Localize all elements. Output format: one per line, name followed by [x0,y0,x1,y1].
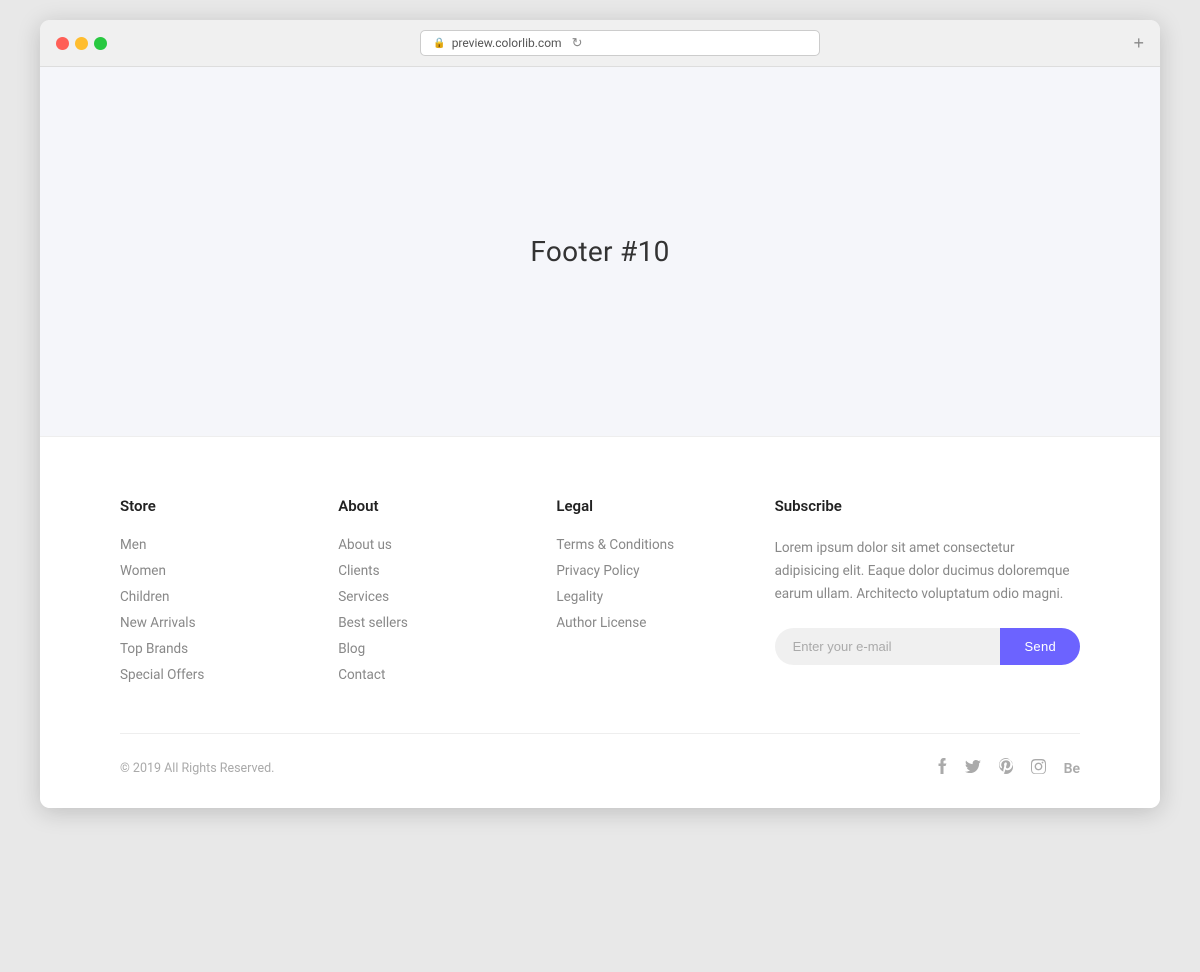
about-link-best-sellers[interactable]: Best sellers [338,615,556,631]
page-title: Footer #10 [530,235,669,268]
about-link-about-us[interactable]: About us [338,537,556,553]
minimize-button[interactable] [75,37,88,50]
social-icons: Be [938,758,1080,778]
lock-icon: 🔒 [433,38,445,49]
footer: Store Men Women Children New Arrivals To… [40,437,1160,808]
behance-icon[interactable]: Be [1064,759,1080,777]
maximize-button[interactable] [94,37,107,50]
legal-link-privacy[interactable]: Privacy Policy [556,563,774,579]
facebook-icon[interactable] [938,758,947,778]
store-link-top-brands[interactable]: Top Brands [120,641,338,657]
close-button[interactable] [56,37,69,50]
legal-link-legality[interactable]: Legality [556,589,774,605]
send-button[interactable]: Send [1000,628,1080,665]
about-link-contact[interactable]: Contact [338,667,556,683]
refresh-button[interactable]: ↻ [572,35,583,51]
new-tab-button[interactable]: + [1133,33,1144,54]
store-link-women[interactable]: Women [120,563,338,579]
legal-link-author-license[interactable]: Author License [556,615,774,631]
legal-heading: Legal [556,497,774,515]
store-link-men[interactable]: Men [120,537,338,553]
about-link-services[interactable]: Services [338,589,556,605]
about-link-clients[interactable]: Clients [338,563,556,579]
copyright-text: © 2019 All Rights Reserved. [120,761,274,776]
legal-link-terms[interactable]: Terms & Conditions [556,537,774,553]
browser-window: 🔒 preview.colorlib.com ↻ + Footer #10 St… [40,20,1160,808]
about-link-blog[interactable]: Blog [338,641,556,657]
store-link-children[interactable]: Children [120,589,338,605]
traffic-lights [56,37,107,50]
footer-col-about: About About us Clients Services Best sel… [338,497,556,693]
store-heading: Store [120,497,338,515]
footer-top: Store Men Women Children New Arrivals To… [120,497,1080,734]
subscribe-form: Send [775,628,1080,665]
store-link-new-arrivals[interactable]: New Arrivals [120,615,338,631]
footer-bottom: © 2019 All Rights Reserved. [120,734,1080,808]
subscribe-heading: Subscribe [775,497,1080,515]
subscribe-description: Lorem ipsum dolor sit amet consectetur a… [775,537,1080,606]
store-link-special-offers[interactable]: Special Offers [120,667,338,683]
page-content-area: Footer #10 [40,67,1160,437]
footer-col-legal: Legal Terms & Conditions Privacy Policy … [556,497,774,693]
browser-chrome: 🔒 preview.colorlib.com ↻ + [40,20,1160,67]
address-bar-wrapper: 🔒 preview.colorlib.com ↻ [119,30,1121,56]
url-text: preview.colorlib.com [452,36,562,50]
instagram-icon[interactable] [1031,759,1046,778]
email-input[interactable] [775,628,1001,665]
footer-col-subscribe: Subscribe Lorem ipsum dolor sit amet con… [775,497,1080,693]
twitter-icon[interactable] [965,759,981,777]
pinterest-icon[interactable] [999,758,1013,778]
footer-col-store: Store Men Women Children New Arrivals To… [120,497,338,693]
about-heading: About [338,497,556,515]
address-bar[interactable]: 🔒 preview.colorlib.com ↻ [420,30,820,56]
